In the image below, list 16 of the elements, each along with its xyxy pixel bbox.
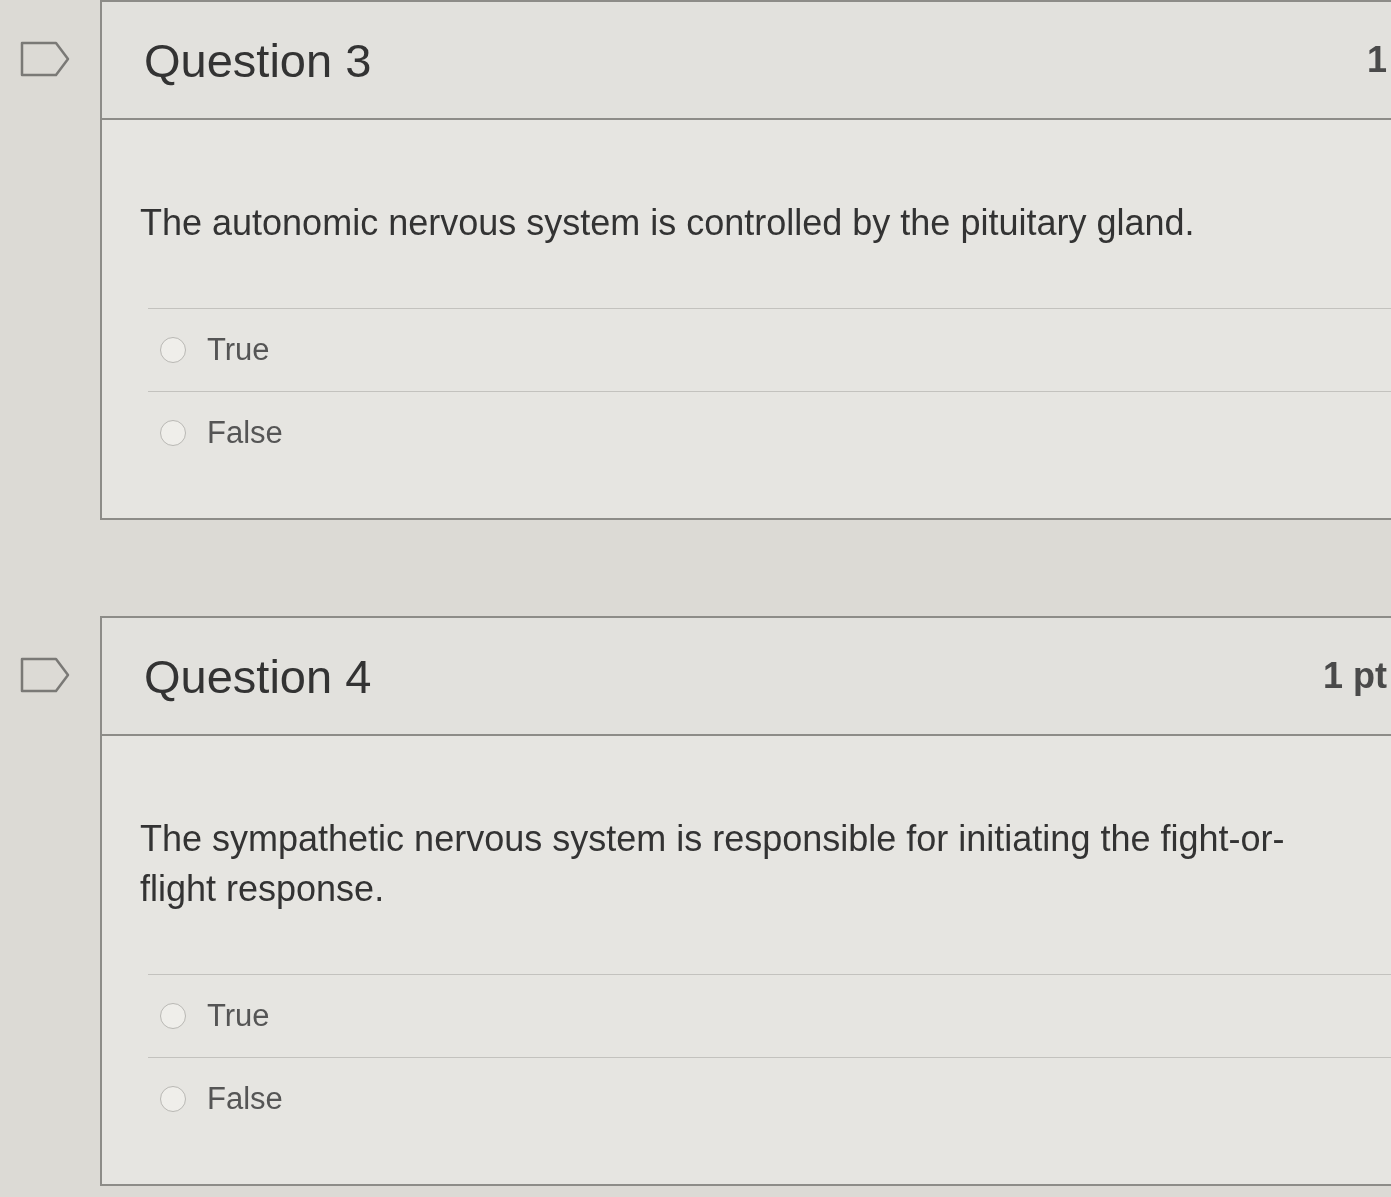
question-text: The sympathetic nervous system is responsible for initiating the fight-or-flight response. [140,817,1286,911]
tag-icon[interactable] [20,657,70,693]
answer-text[interactable]: True [207,332,270,368]
tag-icon[interactable] [20,41,70,77]
radio-button[interactable] [160,1086,186,1112]
answer-text[interactable]: True [207,998,270,1034]
radio-button[interactable] [160,1003,186,1029]
points-label: 1 [1366,39,1387,81]
points-label: 1 pt [1323,655,1387,697]
answer-text[interactable]: False [207,415,283,451]
question-title: Question 4 [144,648,372,704]
answer-text[interactable]: False [207,1081,283,1117]
question-text: The autonomic nervous system is controlled by the pituitary gland. [140,201,1196,245]
question-title: Question 3 [144,32,372,88]
radio-button[interactable] [160,337,186,363]
radio-button[interactable] [160,420,186,446]
